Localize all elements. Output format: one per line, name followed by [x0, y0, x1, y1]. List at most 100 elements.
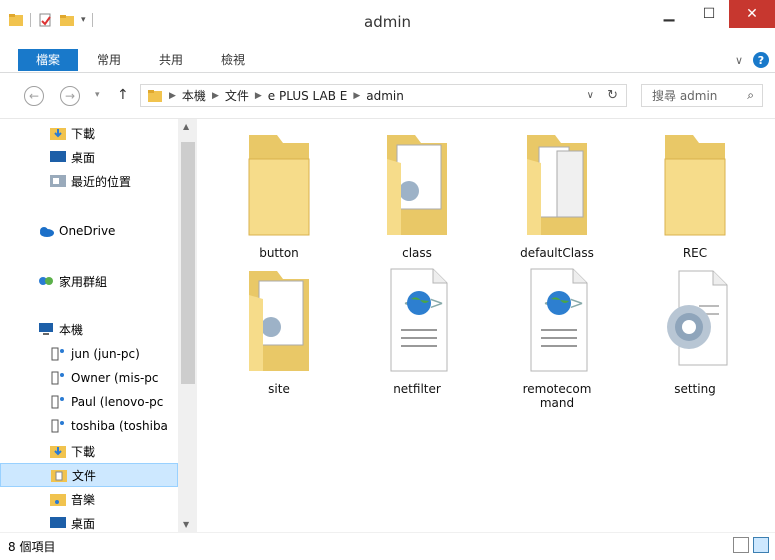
nav-item-downloads[interactable]: 下載 — [0, 121, 178, 145]
address-dropdown-icon[interactable]: ∨ — [587, 90, 594, 101]
file-name: REC — [682, 246, 708, 260]
onedrive-icon — [40, 227, 54, 237]
nav-item-onedrive[interactable]: OneDrive — [0, 219, 178, 243]
file-name: defaultClass — [520, 246, 594, 260]
back-button[interactable]: ← — [24, 86, 44, 106]
nav-scroll-thumb[interactable] — [181, 142, 195, 384]
nav-item-network-toshiba[interactable]: toshiba (toshiba — [0, 414, 178, 438]
svg-text:>: > — [429, 293, 444, 314]
network-user-icon — [51, 347, 64, 361]
title-bar: ▾ admin ▁ ☐ ✕ — [0, 0, 775, 49]
forward-button[interactable]: → — [60, 86, 80, 106]
download-folder-icon — [50, 446, 66, 458]
expand-ribbon-icon[interactable]: ∨ — [735, 54, 743, 67]
ribbon-tabs: 檔案 常用 共用 檢視 ∨ ? — [0, 48, 775, 73]
tab-share[interactable]: 共用 — [159, 48, 183, 72]
html-file-icon: <> — [530, 268, 588, 372]
recent-places-icon — [50, 175, 66, 187]
nav-item-documents[interactable]: 文件 — [0, 463, 178, 487]
nav-label: Owner (mis-pc — [71, 371, 159, 385]
file-name: class — [402, 246, 432, 260]
file-item-remotecommand[interactable]: <> remotecommand — [497, 265, 617, 410]
file-item-site[interactable]: site — [219, 265, 339, 396]
nav-item-desktop[interactable]: 桌面 — [0, 145, 178, 169]
details-view-icon[interactable] — [733, 537, 749, 553]
navigation-pane: 下載 桌面 最近的位置 OneDrive 家用群組 本機 jun (jun-pc… — [0, 119, 179, 532]
nav-label: 下載 — [71, 126, 96, 141]
breadcrumb-admin[interactable]: admin — [366, 89, 404, 103]
nav-label: 文件 — [72, 468, 97, 483]
nav-label: OneDrive — [59, 224, 116, 238]
status-bar: 8 個項目 — [0, 532, 775, 560]
breadcrumb-this-pc[interactable]: 本機 ▶ — [182, 87, 225, 104]
documents-folder-icon — [51, 470, 67, 482]
file-name: setting — [674, 382, 716, 396]
music-folder-icon — [50, 494, 66, 506]
tab-home[interactable]: 常用 — [97, 48, 121, 72]
file-item-netfilter[interactable]: <> netfilter — [357, 265, 477, 396]
maximize-button[interactable]: ☐ — [689, 0, 729, 28]
file-item-class[interactable]: class — [357, 129, 477, 260]
nav-item-this-pc[interactable]: 本機 — [0, 317, 178, 341]
nav-label: 家用群組 — [59, 274, 108, 289]
recent-locations-icon[interactable]: ▾ — [95, 90, 100, 100]
nav-label: toshiba (toshiba — [71, 419, 168, 433]
nav-item-network-paul[interactable]: Paul (lenovo-pc — [0, 390, 178, 414]
nav-item-downloads-2[interactable]: 下載 — [0, 439, 178, 463]
breadcrumb-documents[interactable]: 文件 ▶ — [225, 87, 268, 104]
file-item-setting[interactable]: setting — [635, 265, 755, 396]
svg-text:>: > — [569, 293, 584, 314]
item-count: 8 個項目 — [8, 540, 56, 554]
up-button[interactable]: ↑ — [117, 87, 129, 103]
homegroup-icon — [39, 277, 53, 285]
search-icon: ⌕ — [747, 88, 754, 102]
tab-view[interactable]: 檢視 — [221, 48, 245, 72]
nav-item-homegroup[interactable]: 家用群組 — [0, 269, 178, 293]
nav-item-network-owner[interactable]: Owner (mis-pc — [0, 366, 178, 390]
file-name: button — [259, 246, 299, 260]
folder-docs-icon — [249, 271, 309, 371]
file-item-defaultclass[interactable]: defaultClass — [497, 129, 617, 260]
help-icon[interactable]: ? — [753, 52, 769, 68]
nav-label: 桌面 — [71, 150, 96, 165]
tab-file[interactable]: 檔案 — [18, 49, 78, 71]
file-name: remotecommand — [522, 382, 592, 410]
download-folder-icon — [50, 128, 66, 140]
this-pc-icon — [39, 323, 53, 335]
nav-item-desktop-2[interactable]: 桌面 — [0, 511, 178, 532]
nav-label: Paul (lenovo-pc — [71, 395, 164, 409]
refresh-icon[interactable]: ↻ — [607, 88, 618, 103]
folder-icon — [664, 135, 726, 236]
scroll-down-icon[interactable]: ▼ — [183, 520, 189, 529]
search-input[interactable]: 搜尋 admin ⌕ — [641, 84, 763, 107]
file-name: site — [268, 382, 290, 396]
nav-item-recent[interactable]: 最近的位置 — [0, 169, 178, 193]
large-icons-view-icon[interactable] — [753, 537, 769, 553]
nav-item-music[interactable]: 音樂 — [0, 487, 178, 511]
network-user-icon — [51, 395, 64, 409]
nav-label: jun (jun-pc) — [71, 347, 140, 361]
nav-label: 桌面 — [71, 516, 96, 531]
address-row: ← → ▾ ↑ ▶ 本機 ▶ 文件 ▶ e PLUS LAB E ▶ admin ∨ … — [0, 72, 775, 119]
minimize-button[interactable]: ▁ — [649, 0, 689, 28]
scroll-up-icon[interactable]: ▲ — [183, 122, 189, 131]
network-user-icon — [51, 371, 64, 385]
html-file-icon: <> — [390, 268, 448, 372]
window-controls: ▁ ☐ ✕ — [649, 0, 775, 28]
nav-label: 最近的位置 — [71, 174, 132, 189]
address-bar[interactable]: ▶ 本機 ▶ 文件 ▶ e PLUS LAB E ▶ admin ∨ ↻ — [140, 84, 627, 107]
file-item-rec[interactable]: REC — [635, 129, 755, 260]
desktop-icon — [50, 151, 66, 162]
config-file-icon — [667, 270, 728, 366]
nav-label: 音樂 — [71, 492, 96, 507]
folder-icon — [248, 135, 310, 236]
close-button[interactable]: ✕ — [729, 0, 775, 28]
folder-icon — [148, 89, 162, 102]
file-grid: button class defaultClass REC site <> ne… — [197, 119, 775, 532]
search-placeholder: 搜尋 admin — [652, 89, 718, 103]
breadcrumb-eplus-lab[interactable]: e PLUS LAB E ▶ — [268, 89, 366, 103]
nav-label: 本機 — [59, 322, 84, 337]
folder-docs-icon — [387, 135, 447, 235]
nav-item-network-jun[interactable]: jun (jun-pc) — [0, 342, 178, 366]
file-item-button[interactable]: button — [219, 129, 339, 260]
